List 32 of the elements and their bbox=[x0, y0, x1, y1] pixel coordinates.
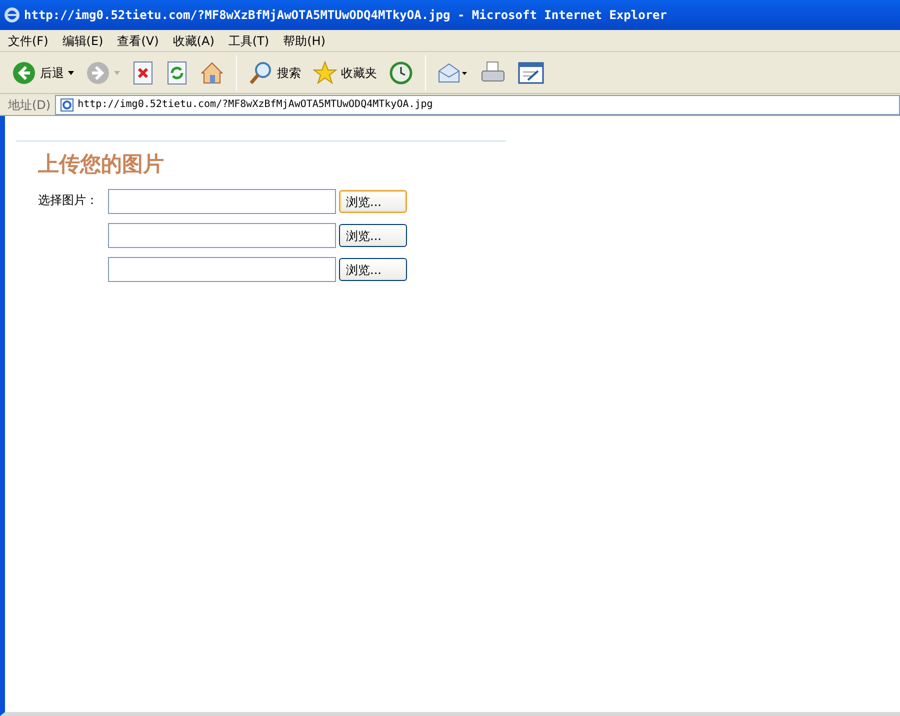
menu-item[interactable]: 编辑(E) bbox=[62, 32, 104, 50]
refresh-icon bbox=[166, 60, 188, 84]
address-label: 地址(D) bbox=[8, 96, 51, 114]
back-button[interactable]: 后退 bbox=[8, 56, 78, 88]
edit-page-icon bbox=[518, 62, 544, 84]
file-path-field[interactable] bbox=[108, 257, 336, 282]
home-icon bbox=[200, 60, 224, 84]
menu-item[interactable]: 文件(F) bbox=[8, 32, 48, 50]
file-path-field[interactable] bbox=[108, 189, 336, 214]
star-icon bbox=[313, 60, 337, 84]
address-field[interactable]: http://img0.52tietu.com/?MF8wXzBfMjAwOTA5MTUwODQ4MTkyOA.jpg bbox=[54, 94, 900, 114]
menu-item[interactable]: 收藏(A) bbox=[172, 32, 214, 50]
printer-icon bbox=[480, 60, 506, 84]
browse-button[interactable]: 浏览... bbox=[339, 190, 407, 213]
caret-icon bbox=[68, 70, 74, 74]
menu-item[interactable]: 帮助(H) bbox=[283, 32, 326, 50]
file-path-field[interactable] bbox=[108, 223, 336, 248]
window-title: http://img0.52tietu.com/?MF8wXzBfMjAwOTA5MTUwODQ4MTkyOA.jpg - Microsoft Internet Explorer bbox=[24, 7, 667, 24]
field-label: 选择图片： bbox=[38, 192, 99, 209]
page-heading: 上传您的图片 bbox=[38, 154, 165, 175]
favorites-button[interactable]: 收藏夹 bbox=[309, 56, 381, 88]
page-icon bbox=[60, 98, 74, 112]
search-icon bbox=[249, 60, 273, 84]
browse-button[interactable]: 浏览... bbox=[339, 224, 407, 247]
browse-button[interactable]: 浏览... bbox=[339, 258, 407, 281]
search-button[interactable]: 搜索 bbox=[245, 56, 305, 88]
envelope-icon bbox=[438, 60, 468, 84]
menu-item[interactable]: 查看(V) bbox=[117, 32, 159, 50]
clock-icon bbox=[389, 60, 413, 84]
stop-icon bbox=[132, 60, 154, 84]
menu-item[interactable]: 工具(T) bbox=[228, 32, 270, 50]
caret-icon bbox=[114, 70, 120, 74]
